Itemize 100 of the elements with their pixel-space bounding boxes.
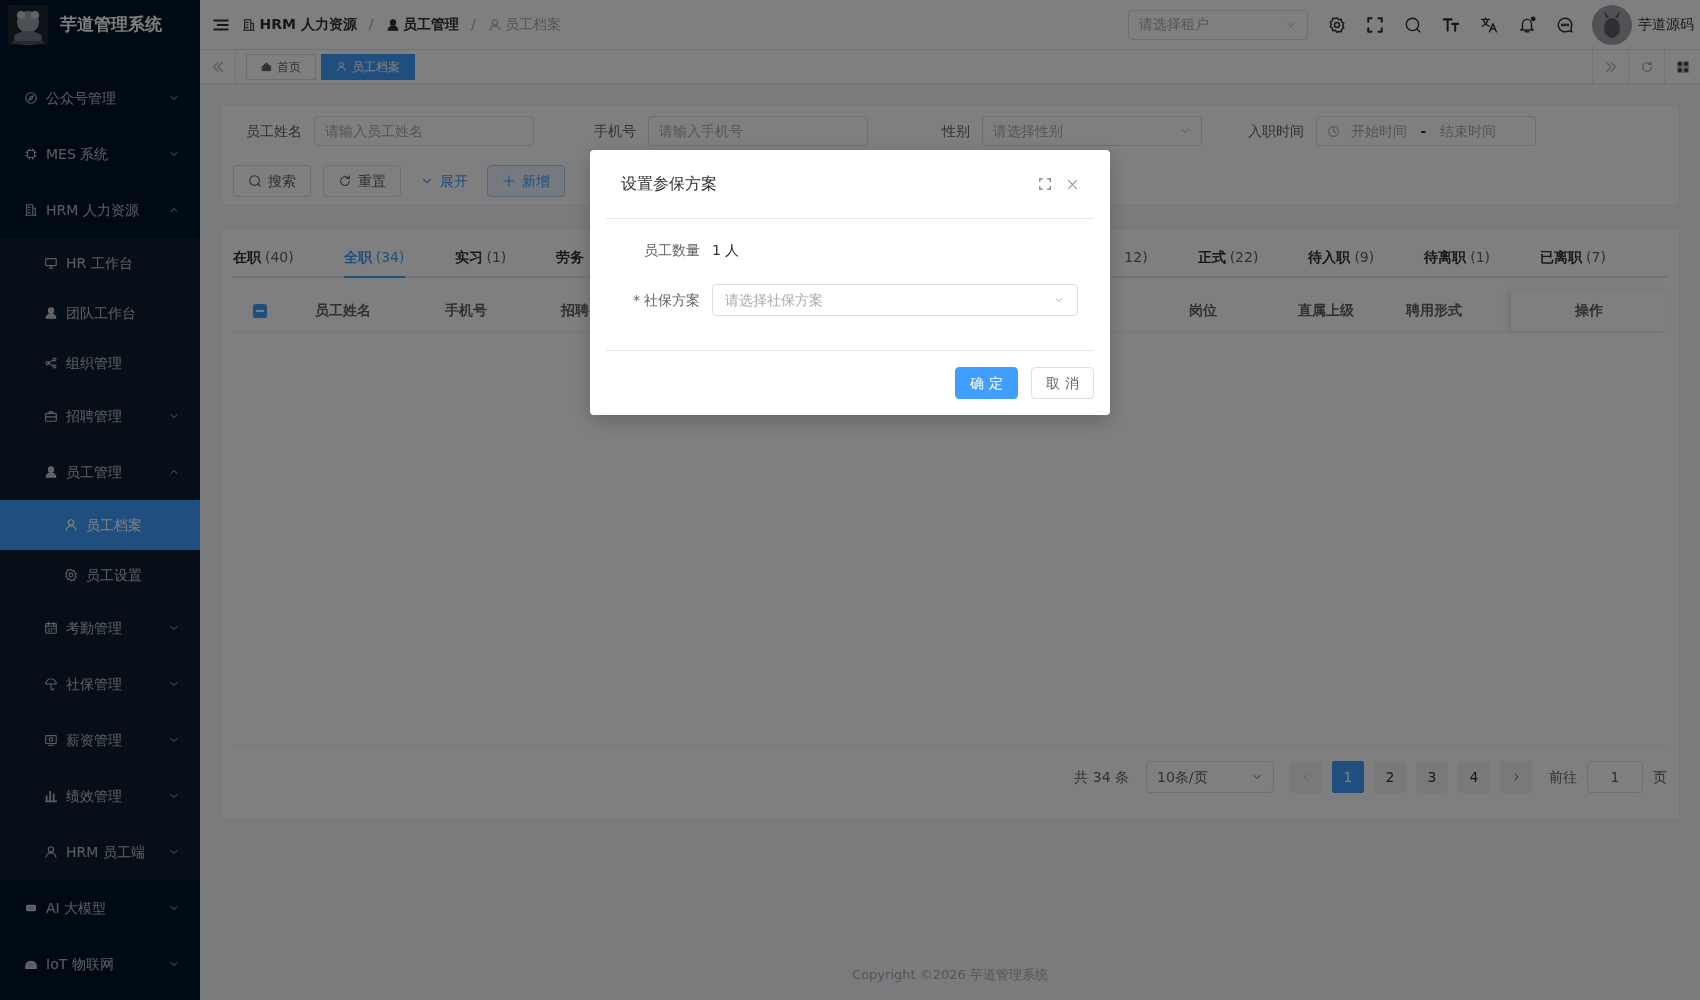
menu-item[interactable]: HR 工作台 bbox=[0, 238, 200, 288]
person-icon bbox=[64, 518, 78, 532]
field-label: 员工数量 bbox=[644, 240, 700, 260]
cancel-button[interactable]: 取 消 bbox=[1031, 367, 1094, 399]
menu-item[interactable]: 员工设置 bbox=[0, 550, 200, 600]
tab[interactable]: 待离职 (1) bbox=[1424, 238, 1491, 278]
page-input[interactable]: 1 bbox=[1587, 761, 1643, 793]
field-label: 手机号 bbox=[593, 121, 636, 141]
tab[interactable]: 12) bbox=[1124, 238, 1148, 278]
tab[interactable]: 实习 (1) bbox=[454, 238, 507, 278]
monitor-icon bbox=[44, 256, 58, 270]
menu-item[interactable]: 员工管理 bbox=[0, 444, 200, 500]
menu-item[interactable]: 绩效管理 bbox=[0, 768, 200, 824]
calendar-icon bbox=[44, 621, 58, 635]
person-icon bbox=[385, 17, 400, 32]
breadcrumb-separator: / bbox=[368, 15, 374, 34]
dialog-title: 设置参保方案 bbox=[621, 173, 718, 195]
field-label: 性别 bbox=[940, 121, 970, 141]
bell-icon[interactable] bbox=[1518, 15, 1536, 34]
column-header: 招聘 bbox=[560, 302, 589, 318]
refresh-icon bbox=[338, 174, 352, 188]
page-tab[interactable]: 首页 bbox=[246, 53, 316, 80]
fullscreen-icon[interactable] bbox=[1366, 15, 1384, 34]
umbrella-icon bbox=[44, 677, 58, 691]
tab[interactable]: 在职 (40) bbox=[233, 238, 294, 278]
menu-item[interactable]: 员工档案 bbox=[0, 500, 200, 550]
search-icon bbox=[248, 174, 262, 188]
person-icon bbox=[44, 465, 58, 479]
required-mark: * bbox=[633, 290, 640, 310]
page-button[interactable]: 2 bbox=[1374, 761, 1406, 793]
total-count: 共 34 条 bbox=[1074, 767, 1129, 787]
action-button[interactable]: 新增 bbox=[487, 165, 565, 197]
menu-item[interactable]: 招聘管理 bbox=[0, 388, 200, 444]
menu-item[interactable]: 考勤管理 bbox=[0, 600, 200, 656]
breadcrumb-link[interactable]: 员工管理 bbox=[385, 14, 460, 35]
column-header: 员工姓名 bbox=[314, 302, 371, 318]
tab[interactable]: 劳务 bbox=[556, 238, 585, 278]
tab[interactable]: 全职 (34) bbox=[343, 238, 405, 278]
page-button[interactable]: 3 bbox=[1416, 761, 1448, 793]
checkbox[interactable] bbox=[253, 303, 267, 318]
compass-icon bbox=[24, 91, 38, 105]
select-field[interactable]: 请选择社保方案 bbox=[712, 284, 1078, 316]
menu-item[interactable]: IoT 物联网 bbox=[0, 936, 200, 992]
goto-label: 前往 bbox=[1549, 767, 1577, 787]
chevron-right-icon bbox=[1511, 772, 1521, 782]
person-icon bbox=[487, 17, 502, 32]
search-icon[interactable] bbox=[1404, 15, 1422, 34]
menu-item[interactable]: HRM 员工端 bbox=[0, 824, 200, 880]
menu-item[interactable]: 公众号管理 bbox=[0, 70, 200, 126]
menu-item[interactable]: 组织管理 bbox=[0, 338, 200, 388]
bar-chart-icon bbox=[44, 789, 58, 803]
menu-item[interactable]: 社保管理 bbox=[0, 656, 200, 712]
tab[interactable]: 正式 (22) bbox=[1197, 238, 1259, 278]
page-suffix: 页 bbox=[1653, 767, 1667, 787]
avatar[interactable] bbox=[1592, 4, 1632, 45]
building-icon bbox=[242, 17, 256, 32]
settings-icon[interactable] bbox=[1328, 15, 1346, 34]
gear-icon bbox=[64, 568, 78, 582]
confirm-button[interactable]: 确 定 bbox=[955, 367, 1018, 399]
person-icon bbox=[44, 845, 58, 859]
plus-icon bbox=[502, 174, 516, 188]
minus-icon bbox=[256, 309, 264, 312]
action-button[interactable]: 重置 bbox=[323, 165, 401, 197]
menu-item[interactable]: MES 系统 bbox=[0, 126, 200, 182]
tab[interactable]: 待入职 (9) bbox=[1308, 238, 1375, 278]
menu-item[interactable]: 团队工作台 bbox=[0, 288, 200, 338]
tab[interactable]: 已离职 (7) bbox=[1540, 238, 1606, 278]
page-button[interactable]: 4 bbox=[1458, 761, 1490, 793]
share-icon bbox=[44, 356, 58, 370]
menu-item[interactable]: HRM 人力资源 bbox=[0, 182, 200, 238]
field-value: 1 人 bbox=[712, 240, 740, 260]
building-icon bbox=[24, 203, 38, 217]
column-header: 直属上级 bbox=[1298, 302, 1355, 318]
page-tab[interactable]: 员工档案 bbox=[321, 53, 415, 80]
font-size-icon[interactable] bbox=[1442, 15, 1460, 34]
close-icon[interactable] bbox=[1066, 177, 1079, 191]
field-label: 入职时间 bbox=[1247, 121, 1304, 141]
page-size-select[interactable]: 10条/页 bbox=[1146, 761, 1274, 793]
briefcase-icon bbox=[44, 409, 58, 423]
column-header: 操作 bbox=[1574, 301, 1603, 320]
translate-icon[interactable] bbox=[1480, 15, 1498, 34]
column-header: 手机号 bbox=[445, 302, 488, 318]
home-icon bbox=[261, 61, 272, 72]
field-label: 社保方案 bbox=[644, 290, 700, 310]
user-name[interactable]: 芋道源码 bbox=[1638, 14, 1700, 35]
column-header: 聘用形式 bbox=[1406, 302, 1463, 318]
menu-item[interactable]: AI 大模型 bbox=[0, 880, 200, 936]
page-button[interactable]: 1 bbox=[1332, 761, 1364, 793]
clock-icon bbox=[1327, 124, 1340, 138]
person-icon bbox=[44, 306, 58, 320]
money-icon bbox=[44, 733, 58, 747]
action-button[interactable]: 搜索 bbox=[233, 165, 311, 197]
column-header: 岗位 bbox=[1189, 302, 1217, 318]
menu-item[interactable]: 薪资管理 bbox=[0, 712, 200, 768]
breadcrumb-separator: / bbox=[471, 15, 476, 34]
grid-icon[interactable] bbox=[1675, 59, 1690, 74]
breadcrumb-link[interactable]: HRM 人力资源 bbox=[242, 14, 357, 35]
app-title: 芋道管理系统 bbox=[60, 13, 162, 37]
fullscreen-icon[interactable] bbox=[1038, 177, 1052, 191]
chat-icon[interactable] bbox=[1556, 15, 1574, 34]
